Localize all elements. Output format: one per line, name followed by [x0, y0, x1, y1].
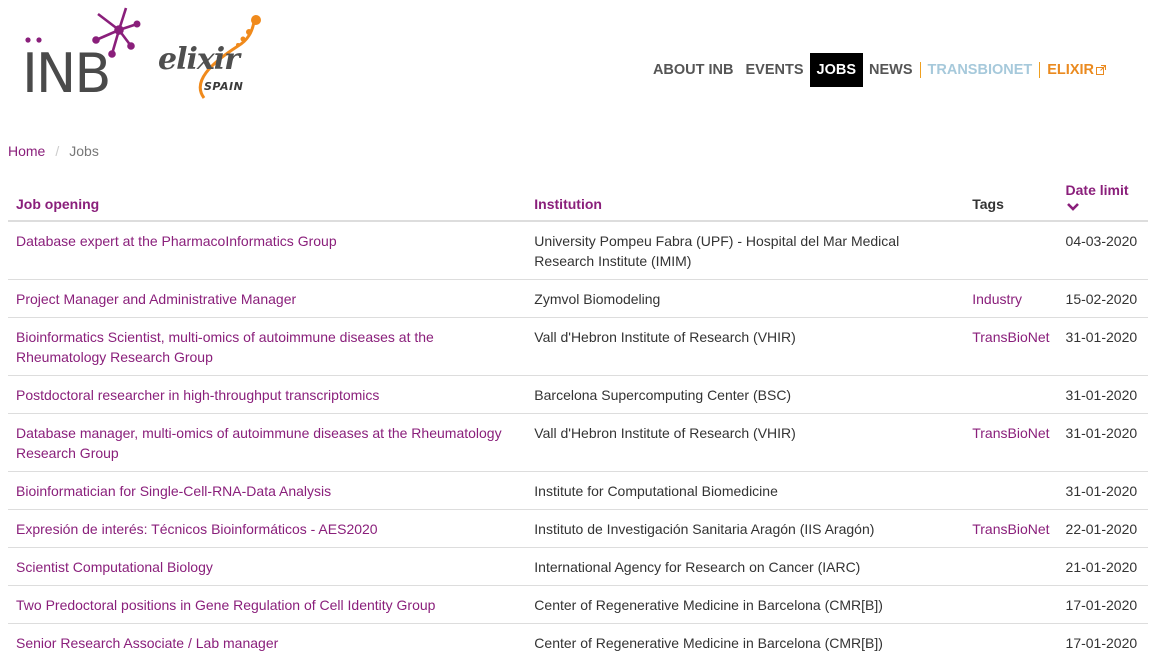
job-link[interactable]: Postdoctoral researcher in high-throughp… [16, 387, 379, 403]
table-row: Senior Research Associate / Lab manager … [8, 623, 1148, 661]
date-cell: 31-01-2020 [1057, 413, 1148, 472]
date-cell: 31-01-2020 [1057, 317, 1148, 376]
tag-cell: TransBioNet [964, 317, 1058, 376]
job-cell: Bioinformatics Scientist, multi-omics of… [8, 317, 527, 376]
job-cell: Database manager, multi-omics of autoimm… [8, 413, 527, 472]
job-cell: Database expert at the PharmacoInformati… [8, 220, 527, 280]
date-cell: 22-01-2020 [1057, 509, 1148, 548]
nav-elixir[interactable]: ELIXIR [1041, 53, 1112, 87]
nav-divider [1039, 62, 1041, 78]
header-tags: Tags [964, 174, 1058, 222]
job-link[interactable]: Two Predoctoral positions in Gene Regula… [16, 597, 435, 613]
table-row: Project Manager and Administrative Manag… [8, 279, 1148, 318]
table-row: Postdoctoral researcher in high-throughp… [8, 375, 1148, 414]
table-row: Expresión de interés: Técnicos Bioinform… [8, 509, 1148, 548]
breadcrumb-current: Jobs [69, 143, 99, 159]
institution-cell: Vall d'Hebron Institute of Research (VHI… [526, 317, 965, 376]
main-nav: ABOUT INB EVENTS JOBS NEWS TRANSBIONET E… [647, 53, 1112, 87]
table-row: Bioinformatician for Single-Cell-RNA-Dat… [8, 471, 1148, 510]
job-link[interactable]: Expresión de interés: Técnicos Bioinform… [16, 521, 378, 537]
date-cell: 31-01-2020 [1057, 471, 1148, 510]
date-cell: 17-01-2020 [1057, 623, 1148, 661]
job-cell: Two Predoctoral positions in Gene Regula… [8, 585, 527, 624]
inb-logo[interactable]: INB [18, 2, 148, 100]
job-link[interactable]: Database expert at the PharmacoInformati… [16, 233, 337, 249]
nav-elixir-label: ELIXIR [1047, 62, 1094, 78]
tag-cell: TransBioNet [964, 413, 1058, 472]
tag-link[interactable]: Industry [972, 291, 1022, 307]
site-header: INB elixir SPAIN ABOUT INB EVENTS JOBS N… [0, 0, 1156, 110]
nav-transbionet[interactable]: TRANSBIONET [922, 53, 1039, 87]
header-date-limit[interactable]: Date limit [1057, 174, 1148, 222]
institution-cell: International Agency for Research on Can… [526, 547, 965, 586]
breadcrumb-divider: / [55, 143, 60, 159]
chevron-down-icon[interactable] [1066, 202, 1080, 212]
table-row: Database expert at the PharmacoInformati… [8, 220, 1148, 280]
institution-cell: Zymvol Biomodeling [526, 279, 965, 318]
nav-jobs[interactable]: JOBS [809, 53, 864, 87]
job-link[interactable]: Database manager, multi-omics of autoimm… [16, 425, 502, 461]
tag-cell: Industry [964, 279, 1058, 318]
date-cell: 31-01-2020 [1057, 375, 1148, 414]
table-row: Scientist Computational Biology Internat… [8, 547, 1148, 586]
nav-about-inb[interactable]: ABOUT INB [647, 53, 740, 87]
job-cell: Project Manager and Administrative Manag… [8, 279, 527, 318]
nav-events[interactable]: EVENTS [740, 53, 810, 87]
breadcrumb: Home / Jobs [8, 143, 99, 159]
nav-divider [919, 62, 921, 78]
tag-cell [964, 220, 1058, 280]
elixir-logo-subtitle: SPAIN [204, 80, 244, 93]
header-institution[interactable]: Institution [526, 174, 965, 222]
institution-cell: Vall d'Hebron Institute of Research (VHI… [526, 413, 965, 472]
job-cell: Expresión de interés: Técnicos Bioinform… [8, 509, 527, 548]
job-link[interactable]: Project Manager and Administrative Manag… [16, 291, 296, 307]
institution-cell: Barcelona Supercomputing Center (BSC) [526, 375, 965, 414]
institution-cell: Instituto de Investigación Sanitaria Ara… [526, 509, 965, 548]
job-cell: Scientist Computational Biology [8, 547, 527, 586]
table-header-row: Job opening Institution Tags Date limit [8, 174, 1148, 222]
jobs-table: Job opening Institution Tags Date limit … [8, 174, 1148, 661]
job-link[interactable]: Bioinformatics Scientist, multi-omics of… [16, 329, 434, 365]
header-job-opening[interactable]: Job opening [8, 174, 527, 222]
job-link[interactable]: Senior Research Associate / Lab manager [16, 635, 278, 651]
tag-cell [964, 547, 1058, 586]
institution-cell: Institute for Computational Biomedicine [526, 471, 965, 510]
job-cell: Bioinformatician for Single-Cell-RNA-Dat… [8, 471, 527, 510]
table-row: Two Predoctoral positions in Gene Regula… [8, 585, 1148, 624]
elixir-logo-text: elixir [158, 42, 240, 77]
tag-link[interactable]: TransBioNet [972, 425, 1049, 441]
date-cell: 15-02-2020 [1057, 279, 1148, 318]
date-cell: 21-01-2020 [1057, 547, 1148, 586]
elixir-spain-logo[interactable]: elixir SPAIN [152, 12, 270, 100]
table-row: Bioinformatics Scientist, multi-omics of… [8, 317, 1148, 376]
institution-cell: Center of Regenerative Medicine in Barce… [526, 585, 965, 624]
job-link[interactable]: Bioinformatician for Single-Cell-RNA-Dat… [16, 483, 331, 499]
tag-cell [964, 375, 1058, 414]
job-link[interactable]: Scientist Computational Biology [16, 559, 213, 575]
date-cell: 04-03-2020 [1057, 220, 1148, 280]
breadcrumb-home[interactable]: Home [8, 143, 45, 159]
tag-link[interactable]: TransBioNet [972, 521, 1049, 537]
institution-cell: University Pompeu Fabra (UPF) - Hospital… [526, 220, 965, 280]
tag-cell [964, 623, 1058, 661]
tag-cell [964, 471, 1058, 510]
external-link-icon [1096, 65, 1106, 75]
tag-link[interactable]: TransBioNet [972, 329, 1049, 345]
tag-cell [964, 585, 1058, 624]
inb-logo-text: INB [22, 42, 109, 100]
nav-news[interactable]: NEWS [863, 53, 919, 87]
table-row: Database manager, multi-omics of autoimm… [8, 413, 1148, 472]
institution-cell: Center of Regenerative Medicine in Barce… [526, 623, 965, 661]
date-cell: 17-01-2020 [1057, 585, 1148, 624]
tag-cell: TransBioNet [964, 509, 1058, 548]
job-cell: Postdoctoral researcher in high-throughp… [8, 375, 527, 414]
job-cell: Senior Research Associate / Lab manager [8, 623, 527, 661]
header-date-limit-label: Date limit [1065, 182, 1129, 198]
